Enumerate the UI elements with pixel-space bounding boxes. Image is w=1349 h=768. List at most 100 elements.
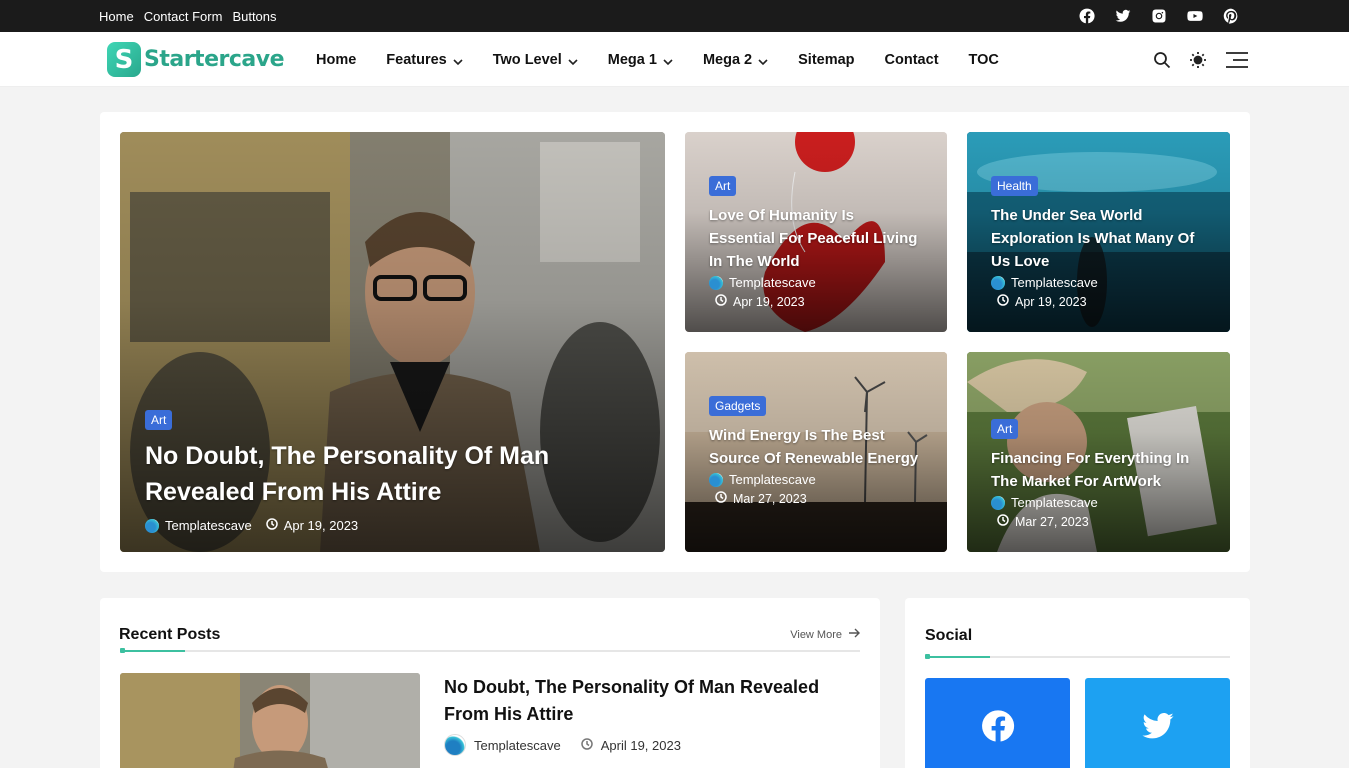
category-badge[interactable]: Gadgets bbox=[709, 396, 767, 416]
nav-label: TOC bbox=[968, 51, 999, 68]
author-name[interactable]: Templatescave bbox=[729, 472, 816, 487]
top-links: Home Contact Form Buttons bbox=[99, 0, 277, 32]
social-tile-twitter[interactable] bbox=[1085, 678, 1230, 768]
nav-mega-1[interactable]: Mega 1 bbox=[608, 52, 673, 68]
post-date: Apr 19, 2023 bbox=[1015, 294, 1087, 309]
avatar bbox=[145, 518, 159, 533]
avatar bbox=[709, 275, 723, 290]
nav-features[interactable]: Features bbox=[386, 52, 463, 68]
recent-post-thumbnail[interactable] bbox=[120, 673, 420, 768]
top-link-home[interactable]: Home bbox=[99, 9, 134, 24]
youtube-icon[interactable] bbox=[1187, 8, 1203, 24]
sun-icon[interactable] bbox=[1189, 51, 1207, 69]
view-more-label: View More bbox=[790, 628, 842, 641]
nav-label: Contact bbox=[884, 51, 939, 68]
top-link-buttons[interactable]: Buttons bbox=[232, 9, 276, 24]
author-name[interactable]: Templatescave bbox=[1011, 495, 1098, 510]
featured-card-content: Health The Under Sea World Exploration I… bbox=[991, 176, 1206, 309]
nav-two-level[interactable]: Two Level bbox=[493, 52, 578, 68]
post-date: Apr 19, 2023 bbox=[283, 518, 359, 533]
nav-label: Mega 2 bbox=[702, 51, 753, 68]
post-meta: Templatescave Apr 19, 2023 bbox=[145, 518, 641, 533]
post-date-row: Apr 19, 2023 bbox=[991, 294, 1206, 309]
top-bar: Home Contact Form Buttons bbox=[0, 0, 1349, 32]
facebook-icon bbox=[981, 709, 1015, 748]
nav-contact[interactable]: Contact bbox=[885, 52, 939, 68]
nav-label: Home bbox=[316, 51, 357, 68]
author-name[interactable]: Templatescave bbox=[729, 275, 816, 290]
post-meta: Templatescave bbox=[991, 275, 1206, 290]
avatar bbox=[991, 275, 1005, 290]
featured-main-card[interactable]: Art No Doubt, The Personality Of Man Rev… bbox=[120, 132, 665, 552]
menu-icon[interactable] bbox=[1225, 51, 1249, 69]
featured-main-content: Art No Doubt, The Personality Of Man Rev… bbox=[145, 410, 641, 533]
top-link-contact-form[interactable]: Contact Form bbox=[144, 9, 223, 24]
featured-card-title[interactable]: Love Of Humanity Is Essential For Peacef… bbox=[709, 204, 923, 273]
featured-card-title[interactable]: Wind Energy Is The Best Source Of Renewa… bbox=[709, 424, 923, 470]
facebook-icon[interactable] bbox=[1079, 8, 1095, 24]
clock-icon bbox=[715, 491, 727, 506]
post-meta: Templatescave bbox=[709, 275, 923, 290]
recent-post-meta: Templatescave April 19, 2023 bbox=[444, 734, 681, 756]
main-nav: Home Features Two Level Mega 1 Mega 2 Si… bbox=[316, 32, 1029, 87]
avatar bbox=[709, 472, 723, 487]
featured-card[interactable]: Gadgets Wind Energy Is The Best Source O… bbox=[685, 352, 947, 552]
avatar bbox=[991, 495, 1005, 510]
category-badge[interactable]: Health bbox=[991, 176, 1038, 196]
avatar bbox=[444, 734, 466, 756]
featured-card-title[interactable]: Financing For Everything In The Market F… bbox=[991, 447, 1206, 493]
divider-accent bbox=[120, 650, 185, 652]
post-date-row: Mar 27, 2023 bbox=[991, 514, 1206, 529]
twitter-icon[interactable] bbox=[1115, 8, 1131, 24]
site-logo[interactable]: S Startercave bbox=[107, 42, 285, 77]
clock-icon bbox=[580, 737, 593, 753]
category-badge[interactable]: Art bbox=[709, 176, 737, 196]
header-icons bbox=[1153, 32, 1249, 87]
nav-label: Mega 1 bbox=[607, 51, 657, 68]
category-badge[interactable]: Art bbox=[991, 419, 1019, 439]
category-badge[interactable]: Art bbox=[145, 410, 173, 430]
divider-dot bbox=[925, 654, 930, 659]
top-social bbox=[1079, 0, 1239, 32]
divider-dot bbox=[120, 648, 125, 653]
chevron-down-icon bbox=[453, 55, 463, 65]
chevron-down-icon bbox=[663, 55, 673, 65]
section-divider bbox=[120, 648, 860, 653]
recent-post-image bbox=[120, 673, 420, 768]
featured-main-title[interactable]: No Doubt, The Personality Of Man Reveale… bbox=[145, 438, 641, 510]
post-date: Apr 19, 2023 bbox=[733, 294, 805, 309]
featured-card-title[interactable]: The Under Sea World Exploration Is What … bbox=[991, 204, 1206, 273]
featured-card-content: Gadgets Wind Energy Is The Best Source O… bbox=[709, 396, 923, 506]
social-tile-facebook[interactable] bbox=[925, 678, 1070, 768]
social-section: Social bbox=[905, 598, 1250, 768]
nav-mega-2[interactable]: Mega 2 bbox=[703, 52, 768, 68]
post-date: Mar 27, 2023 bbox=[1015, 514, 1089, 529]
featured-section: Art No Doubt, The Personality Of Man Rev… bbox=[100, 112, 1250, 572]
twitter-icon bbox=[1141, 709, 1175, 748]
clock-icon bbox=[997, 294, 1009, 309]
recent-post-title[interactable]: No Doubt, The Personality Of Man Reveale… bbox=[444, 674, 864, 728]
post-meta: Templatescave bbox=[991, 495, 1206, 510]
section-title: Recent Posts bbox=[119, 626, 221, 643]
author-name[interactable]: Templatescave bbox=[1011, 275, 1098, 290]
search-icon[interactable] bbox=[1153, 51, 1171, 69]
view-more-link[interactable]: View More bbox=[790, 628, 860, 641]
section-title: Social bbox=[925, 627, 973, 644]
author-name[interactable]: Templatescave bbox=[474, 738, 561, 753]
featured-card[interactable]: Art Love Of Humanity Is Essential For Pe… bbox=[685, 132, 947, 332]
nav-home[interactable]: Home bbox=[316, 52, 356, 68]
main-header: S Startercave Home Features Two Level Me… bbox=[0, 32, 1349, 87]
featured-card[interactable]: Art Financing For Everything In The Mark… bbox=[967, 352, 1230, 552]
instagram-icon[interactable] bbox=[1151, 8, 1167, 24]
nav-toc[interactable]: TOC bbox=[969, 52, 999, 68]
logo-text: Startercave bbox=[144, 47, 285, 72]
author-name[interactable]: Templatescave bbox=[165, 518, 252, 533]
featured-card[interactable]: Health The Under Sea World Exploration I… bbox=[967, 132, 1230, 332]
nav-label: Two Level bbox=[492, 51, 562, 68]
nav-sitemap[interactable]: Sitemap bbox=[798, 52, 854, 68]
clock-icon bbox=[997, 514, 1009, 529]
chevron-down-icon bbox=[568, 55, 578, 65]
post-date-row: Mar 27, 2023 bbox=[709, 491, 923, 506]
pinterest-icon[interactable] bbox=[1223, 8, 1239, 24]
clock-icon bbox=[265, 518, 278, 533]
